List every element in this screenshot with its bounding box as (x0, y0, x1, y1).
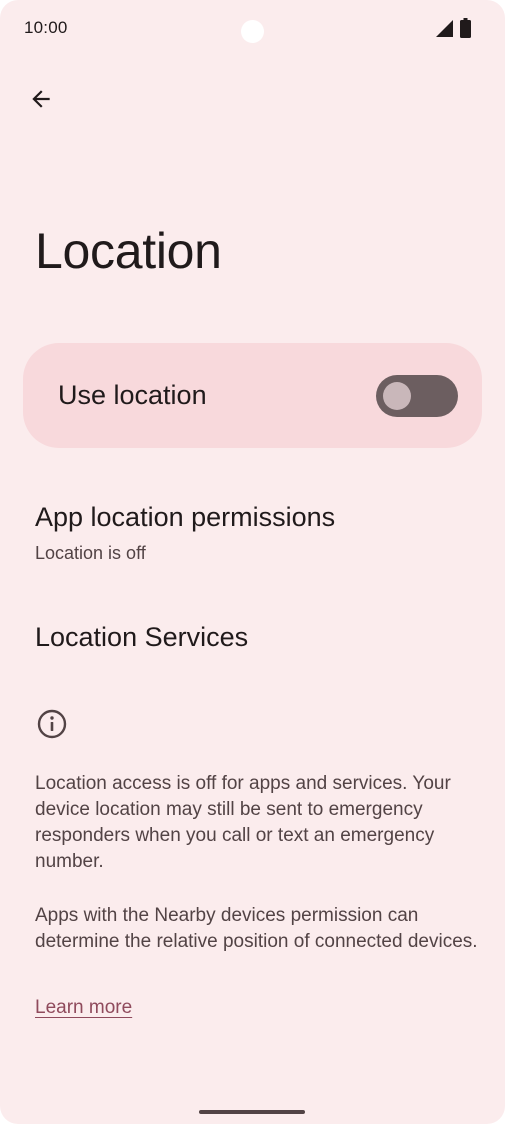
status-bar: 10:00 (0, 0, 505, 60)
location-services-title: Location Services (35, 622, 249, 652)
page-title: Location (35, 223, 222, 279)
footer-paragraph-emergency: Location access is off for apps and serv… (35, 773, 451, 872)
footer-paragraph-nearby: Apps with the Nearby devices permission … (35, 905, 478, 952)
cellular-signal-icon (436, 20, 453, 37)
camera-cutout (241, 20, 264, 43)
app-location-permissions-summary: Location is off (35, 543, 146, 563)
info-icon (37, 709, 67, 739)
gesture-navigation-handle[interactable] (199, 1110, 305, 1114)
use-location-switch-bar[interactable]: Use location (23, 343, 482, 448)
learn-more-link[interactable]: Learn more (35, 997, 132, 1019)
app-location-permissions-title: App location permissions (35, 502, 336, 532)
use-location-label: Use location (58, 380, 207, 410)
toggle-thumb (383, 382, 411, 410)
app-location-permissions-item[interactable]: App location permissions Location is off (0, 490, 505, 590)
settings-screen: 10:00 Location Use location App location… (0, 0, 505, 1124)
use-location-toggle[interactable] (376, 375, 458, 417)
back-button[interactable] (20, 78, 62, 120)
status-time: 10:00 (24, 18, 68, 37)
battery-icon (460, 18, 471, 38)
location-services-item[interactable]: Location Services (0, 610, 505, 670)
arrow-back-icon (32, 90, 50, 108)
